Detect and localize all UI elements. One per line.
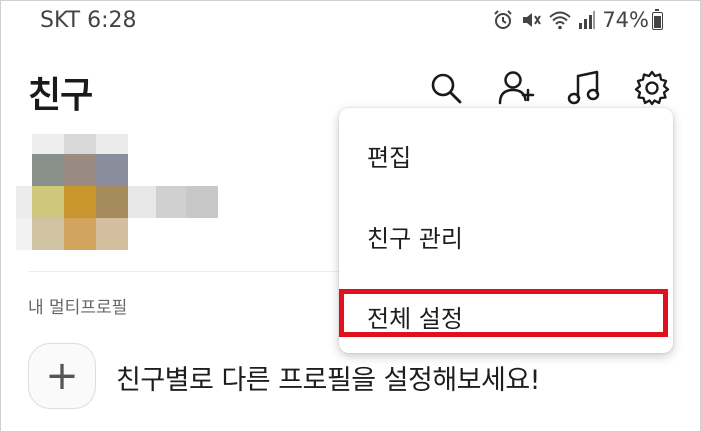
status-bar-left: SKT 6:28 — [40, 8, 137, 33]
add-friend-icon[interactable] — [495, 66, 539, 110]
battery-percentage: 74% — [602, 8, 649, 32]
alarm-icon — [492, 9, 514, 31]
section-divider — [28, 271, 388, 272]
multi-profile-prompt[interactable]: 친구별로 다른 프로필을 설정해보세요! — [116, 358, 541, 397]
multi-profile-section-label: 내 멀티프로필 — [28, 298, 128, 318]
wifi-icon — [548, 9, 572, 31]
music-icon[interactable] — [562, 66, 606, 110]
carrier-label: SKT — [40, 8, 81, 33]
battery-level-fill — [654, 16, 661, 28]
menu-item-manage-friends[interactable]: 친구 관리 — [367, 219, 463, 254]
search-icon[interactable] — [424, 66, 468, 110]
add-multi-profile-button[interactable]: + — [28, 343, 96, 409]
highlight-box — [339, 289, 668, 337]
signal-icon — [578, 9, 596, 31]
page-title: 친구 — [28, 75, 93, 116]
clock-time: 6:28 — [87, 8, 137, 33]
settings-icon[interactable] — [630, 66, 674, 110]
menu-item-edit[interactable]: 편집 — [367, 138, 411, 173]
battery-icon — [652, 9, 663, 30]
status-bar-right: 74% — [492, 8, 649, 32]
mute-icon — [520, 9, 542, 31]
